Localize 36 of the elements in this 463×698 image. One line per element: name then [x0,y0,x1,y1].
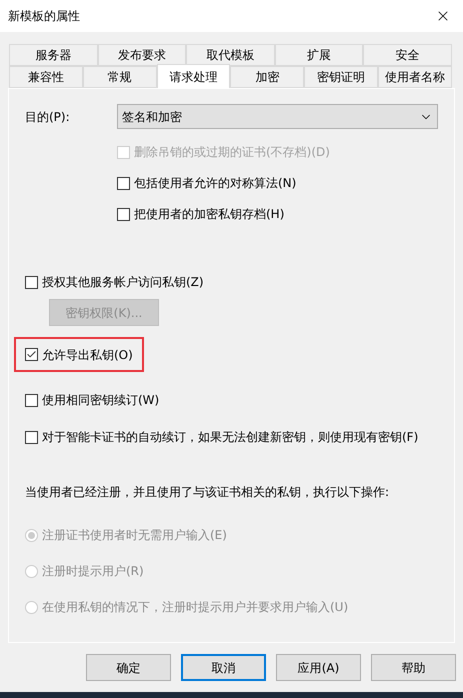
tab[interactable]: 常规 [82,66,157,88]
checkbox-label: 授权其他服务帐户访问私钥(Z) [42,274,204,291]
checkbox[interactable] [25,276,38,288]
checkbox-label: 删除吊销的或过期的证书(不存档)(D) [134,144,330,161]
checkbox[interactable] [117,208,130,220]
enrollment-prompt: 当使用者已经注册，并且使用了与该证书相关的私钥，执行以下操作: [25,484,390,501]
tab[interactable]: 兼容性 [9,66,83,88]
tab[interactable]: 扩展 [274,44,364,66]
dialog-button[interactable]: 取消 [181,654,266,681]
tab[interactable]: 服务器 [9,44,98,66]
dialog-button[interactable]: 确定 [86,654,171,681]
checkbox[interactable] [25,348,38,361]
window-title: 新模板的属性 [8,8,80,25]
tab[interactable]: 加密 [230,66,304,88]
purpose-dropdown[interactable]: 签名和加密 [117,104,438,129]
checkbox-label: 包括使用者允许的对称算法(N) [134,175,296,192]
checkbox-label: 允许导出私钥(O) [42,346,133,364]
dialog-button[interactable]: 应用(A) [276,654,361,681]
checkbox[interactable] [117,176,130,190]
purpose-label: 目的(P): [25,108,71,126]
check-icon [26,349,37,360]
checkbox[interactable] [25,394,38,406]
tab[interactable]: 密钥证明 [304,66,378,88]
tab[interactable]: 请求处理 [156,64,230,88]
tab[interactable]: 安全 [363,44,452,66]
radio-label: 注册时提示用户(R) [42,563,144,580]
tab[interactable]: 发布要求 [98,44,186,66]
checkbox-label: 把使用者的加密私钥存档(H) [134,206,284,223]
checkbox-label: 对于智能卡证书的自动续订，如果无法创建新密钥，则使用现有密钥(F) [42,429,418,446]
radio-label: 注册证书使用者时无需用户输入(E) [42,527,227,544]
dialog-button[interactable]: 帮助 [371,654,456,681]
checkbox-label: 使用相同密钥续订(W) [42,392,160,409]
tab[interactable]: 取代模板 [186,44,275,66]
checkbox[interactable] [25,430,38,444]
tab[interactable]: 使用者名称 [378,66,452,88]
radio-label: 在使用私钥的情况下，注册时提示用户并要求用户输入(U) [42,599,348,616]
